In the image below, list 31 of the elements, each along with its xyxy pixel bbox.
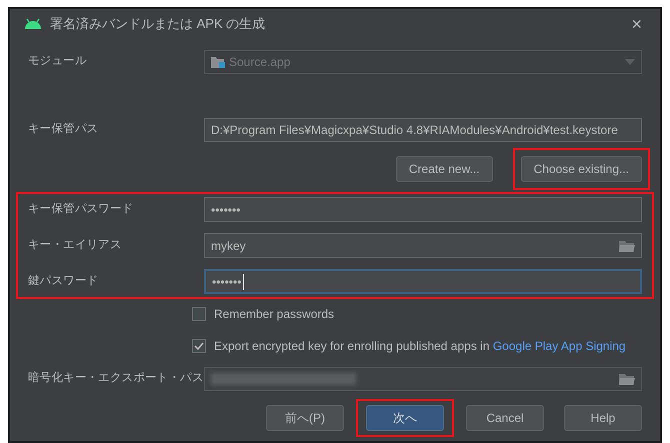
android-icon: [24, 18, 42, 30]
folder-icon[interactable]: [619, 240, 635, 252]
checkbox[interactable]: [192, 339, 206, 353]
field-label: キー保管パス: [28, 122, 100, 138]
dialog-button[interactable]: Help: [564, 405, 642, 431]
password-field[interactable]: •••••••: [204, 197, 642, 222]
dropdown-arrow-icon: [625, 59, 635, 65]
text-cursor: [243, 274, 244, 290]
checkbox-label: Export encrypted key for enrolling published apps in Google Play App Signing: [214, 338, 626, 355]
help-link[interactable]: Google Play App Signing: [492, 339, 626, 353]
close-button[interactable]: ×: [631, 15, 646, 33]
window-title: 署名済みバンドルまたは APK の生成: [50, 15, 266, 34]
dialog-button[interactable]: 次へ: [366, 405, 444, 431]
field-label: 暗号化キー・エクスポート・パス: [28, 370, 204, 386]
module-icon: [211, 56, 225, 68]
checkmark-icon: [194, 342, 204, 350]
dialog-button[interactable]: 前へ(P): [266, 405, 344, 431]
field-label: キー・エイリアス: [28, 238, 123, 253]
field-label: キー保管パスワード: [28, 202, 134, 217]
folder-icon[interactable]: [619, 373, 635, 385]
keystore-button[interactable]: Create new...: [396, 156, 493, 182]
path-field[interactable]: D:¥Program Files¥Magicxpa¥Studio 4.8¥RIAModules¥Android¥test.keystore: [204, 118, 642, 142]
keystore-button[interactable]: Choose existing...: [520, 156, 642, 182]
checkbox[interactable]: [192, 307, 206, 321]
dialog-button[interactable]: Cancel: [466, 405, 544, 431]
field-label: 鍵パスワード: [28, 274, 100, 289]
alias-field[interactable]: mykey: [204, 233, 642, 258]
checkbox-label: Remember passwords: [214, 306, 334, 323]
password-field[interactable]: •••••••: [204, 269, 642, 294]
export-path-field[interactable]: [204, 367, 642, 391]
field-label: モジュール: [28, 54, 88, 70]
